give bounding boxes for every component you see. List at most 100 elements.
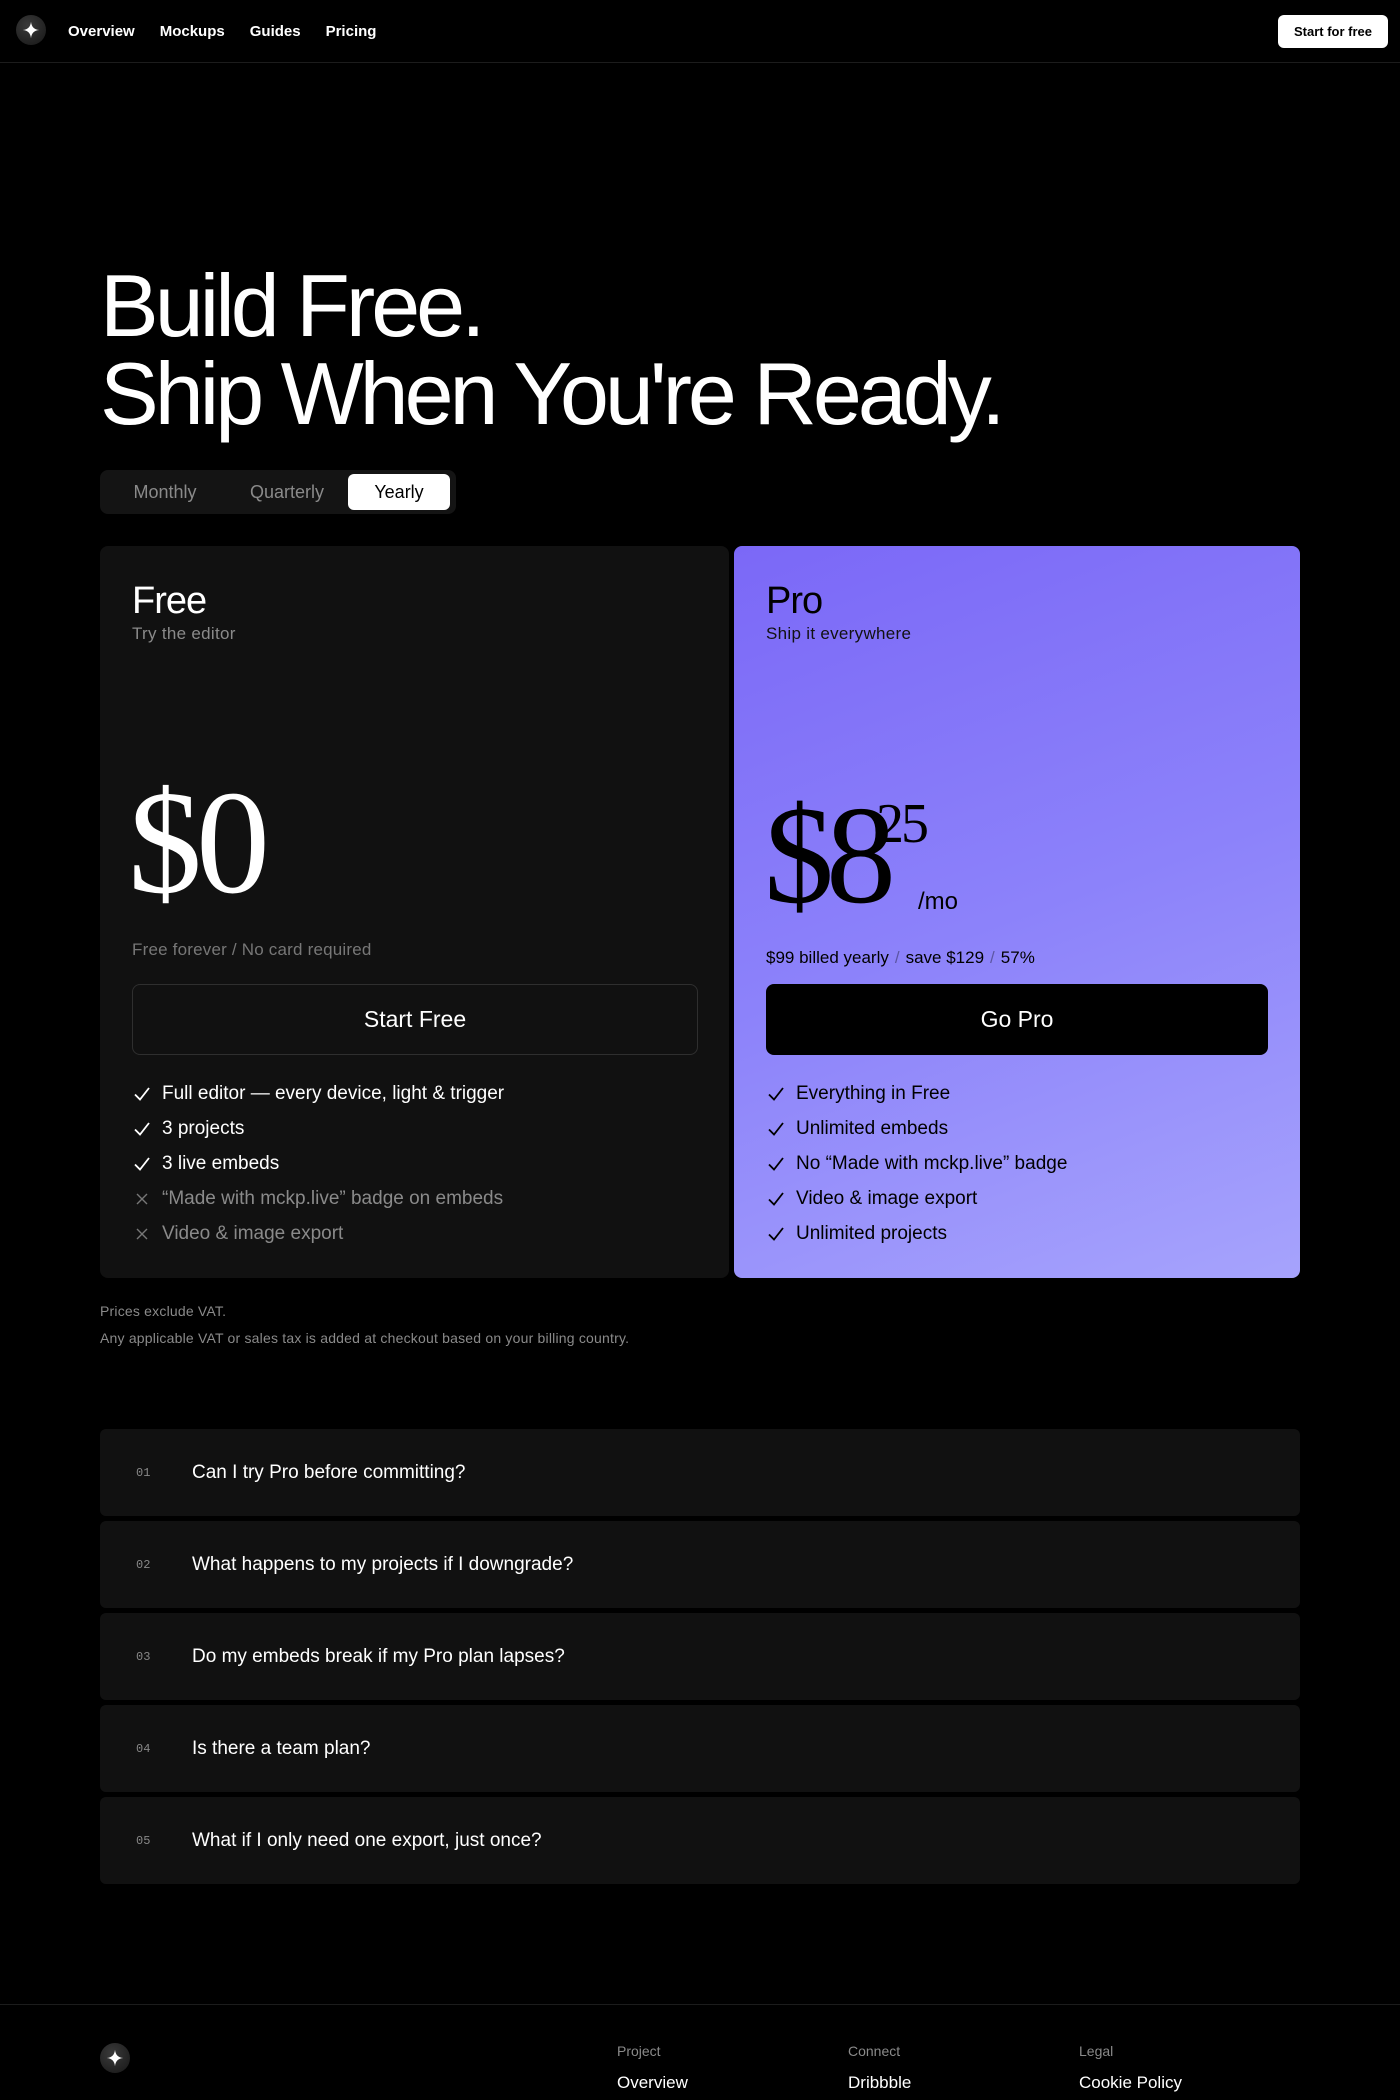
faq-item[interactable]: 04 Is there a team plan? <box>100 1705 1300 1792</box>
page-title: Build Free. Ship When You're Ready. <box>100 256 1006 443</box>
plan-price: $0 <box>128 761 270 925</box>
vat-line-2: Any applicable VAT or sales tax is added… <box>100 1330 630 1346</box>
footer-heading: Legal <box>1079 2043 1114 2059</box>
footer-heading: Project <box>617 2043 661 2059</box>
top-nav: Overview Mockups Guides Pricing Start fo… <box>0 0 1400 63</box>
footer: Project Overview Connect Dribbble Legal … <box>0 2004 1400 2100</box>
billing-summary: $99 billed yearly / save $129 / 57% <box>766 948 1035 968</box>
feature-list: Everything in Free Unlimited embeds No “… <box>766 1076 1067 1251</box>
nav-link-pricing[interactable]: Pricing <box>326 23 377 40</box>
feature-item: Full editor — every device, light & trig… <box>132 1076 504 1111</box>
faq-question: Can I try Pro before committing? <box>192 1461 466 1483</box>
faq-question: What happens to my projects if I downgra… <box>192 1553 574 1575</box>
start-for-free-button[interactable]: Start for free <box>1277 15 1388 48</box>
faq-item[interactable]: 02 What happens to my projects if I down… <box>100 1521 1300 1608</box>
faq-list: 01 Can I try Pro before committing? 02 W… <box>100 1429 1300 1889</box>
faq-number: 04 <box>136 1741 151 1756</box>
price-period: /mo <box>918 888 959 915</box>
discount-percent: 57% <box>1000 948 1035 967</box>
faq-item[interactable]: 05 What if I only need one export, just … <box>100 1797 1300 1884</box>
footer-link-cookie-policy[interactable]: Cookie Policy <box>1079 2073 1182 2093</box>
feature-item: 3 live embeds <box>132 1146 504 1181</box>
check-icon <box>132 1119 152 1139</box>
billing-option-monthly[interactable]: Monthly <box>104 474 226 510</box>
plan-subtitle: Ship it everywhere <box>766 624 912 643</box>
feature-item: 3 projects <box>132 1111 504 1146</box>
nav-link-guides[interactable]: Guides <box>250 23 301 40</box>
footer-column-project: Project Overview <box>617 2043 688 2093</box>
feature-item-excluded: Video & image export <box>132 1216 504 1251</box>
check-icon <box>766 1119 786 1139</box>
billing-period-toggle: Monthly Quarterly Yearly <box>100 470 456 514</box>
plan-price: $8 25 /mo <box>764 786 958 926</box>
footer-link-dribbble[interactable]: Dribbble <box>848 2073 911 2093</box>
check-icon <box>132 1084 152 1104</box>
feature-item: Unlimited projects <box>766 1216 1067 1251</box>
feature-text: Full editor — every device, light & trig… <box>162 1082 505 1104</box>
faq-question: Do my embeds break if my Pro plan lapses… <box>192 1645 565 1667</box>
divider: / <box>990 948 995 967</box>
cross-icon <box>132 1224 152 1244</box>
check-icon <box>766 1189 786 1209</box>
faq-item[interactable]: 03 Do my embeds break if my Pro plan lap… <box>100 1613 1300 1700</box>
hero: Build Free. Ship When You're Ready. <box>100 256 1006 443</box>
footer-heading: Connect <box>848 2043 901 2059</box>
sparkle-icon <box>106 2049 124 2067</box>
check-icon <box>766 1084 786 1104</box>
hero-line-1: Build Free. <box>100 256 486 355</box>
start-free-button[interactable]: Start Free <box>132 984 698 1055</box>
feature-text: Unlimited projects <box>796 1222 947 1244</box>
faq-number: 02 <box>136 1557 151 1572</box>
faq-number: 05 <box>136 1833 151 1848</box>
billed-amount: $99 billed yearly <box>766 948 889 967</box>
faq-question: What if I only need one export, just onc… <box>192 1829 542 1851</box>
price-whole: $8 <box>764 778 896 933</box>
feature-item: Video & image export <box>766 1181 1067 1216</box>
feature-text: 3 live embeds <box>162 1152 280 1174</box>
nav-links: Overview Mockups Guides Pricing <box>68 0 376 63</box>
faq-item[interactable]: 01 Can I try Pro before committing? <box>100 1429 1300 1516</box>
vat-note: Prices exclude VAT. Any applicable VAT o… <box>100 1298 629 1352</box>
billing-option-quarterly[interactable]: Quarterly <box>226 474 348 510</box>
logo[interactable] <box>16 15 46 45</box>
plan-card-pro: Pro Ship it everywhere $8 25 /mo $99 bil… <box>734 546 1300 1278</box>
footer-column-connect: Connect Dribbble <box>848 2043 911 2093</box>
price-cents: 25 <box>876 793 929 855</box>
feature-text: Video & image export <box>162 1222 344 1244</box>
price-note: Free forever / No card required <box>132 940 372 959</box>
feature-text: No “Made with mckp.live” badge <box>796 1152 1068 1174</box>
check-icon <box>132 1154 152 1174</box>
nav-link-mockups[interactable]: Mockups <box>160 23 225 40</box>
billing-option-yearly[interactable]: Yearly <box>348 474 450 510</box>
feature-text: Video & image export <box>796 1187 978 1209</box>
vat-line-1: Prices exclude VAT. <box>100 1303 227 1319</box>
divider: / <box>894 948 900 967</box>
feature-list: Full editor — every device, light & trig… <box>132 1076 504 1251</box>
faq-number: 03 <box>136 1649 151 1664</box>
go-pro-button[interactable]: Go Pro <box>766 984 1268 1055</box>
footer-column-legal: Legal Cookie Policy <box>1079 2043 1182 2093</box>
footer-logo[interactable] <box>100 2043 130 2073</box>
feature-text: “Made with mckp.live” badge on embeds <box>162 1187 504 1209</box>
faq-question: Is there a team plan? <box>192 1737 371 1759</box>
plan-name: Free <box>132 580 207 622</box>
faq-number: 01 <box>136 1465 151 1480</box>
feature-text: Unlimited embeds <box>796 1117 949 1139</box>
feature-text: Everything in Free <box>796 1082 951 1104</box>
plan-subtitle: Try the editor <box>132 624 236 643</box>
sparkle-icon <box>22 21 40 39</box>
check-icon <box>766 1154 786 1174</box>
savings: save $129 <box>905 948 985 967</box>
feature-text: 3 projects <box>162 1117 245 1139</box>
check-icon <box>766 1224 786 1244</box>
cross-icon <box>132 1189 152 1209</box>
feature-item-excluded: “Made with mckp.live” badge on embeds <box>132 1181 504 1216</box>
plan-name: Pro <box>766 580 823 622</box>
plan-card-free: Free Try the editor $0 Free forever / No… <box>100 546 729 1278</box>
feature-item: No “Made with mckp.live” badge <box>766 1146 1067 1181</box>
hero-line-2: Ship When You're Ready. <box>100 344 1006 443</box>
nav-link-overview[interactable]: Overview <box>68 23 135 40</box>
feature-item: Unlimited embeds <box>766 1111 1067 1146</box>
feature-item: Everything in Free <box>766 1076 1067 1111</box>
footer-link-overview[interactable]: Overview <box>617 2073 688 2093</box>
